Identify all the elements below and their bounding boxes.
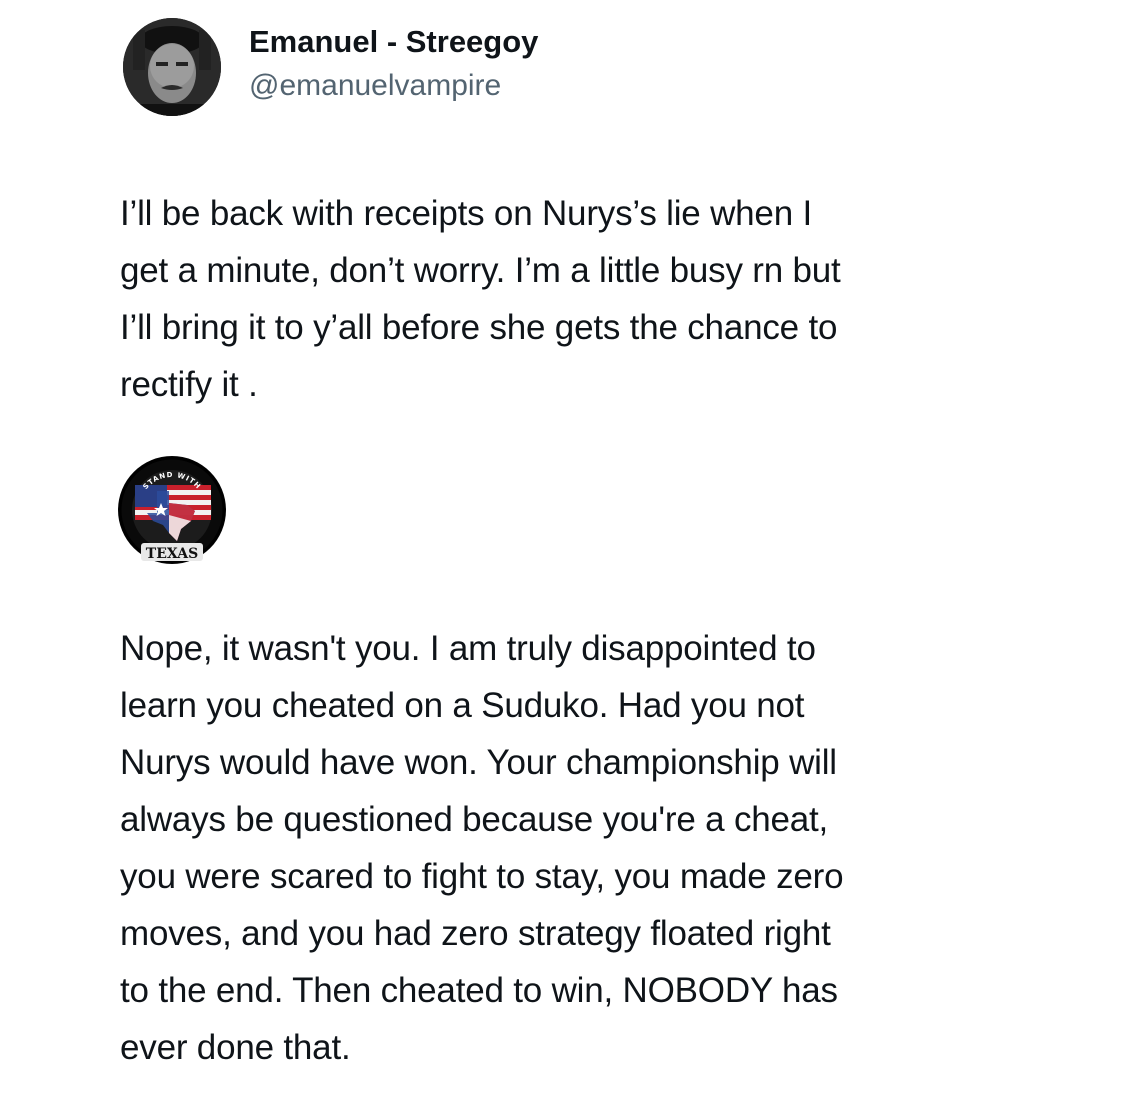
profile-photo-icon (123, 18, 221, 116)
reply-text: Nope, it wasn't you. I am truly disappoi… (120, 629, 844, 1067)
badge-bottom-text: TEXAS (146, 546, 198, 562)
stand-with-texas-badge-icon: STAND WITH TEXAS (117, 455, 227, 565)
avatar[interactable] (123, 18, 221, 116)
post-text: I’ll be back with receipts on Nurys’s li… (120, 194, 841, 404)
author-info: Emanuel - Streegoy @emanuelvampire (249, 22, 538, 106)
display-name[interactable]: Emanuel - Streegoy (249, 22, 538, 62)
post-header: Emanuel - Streegoy @emanuelvampire (123, 18, 538, 116)
user-handle[interactable]: @emanuelvampire (249, 66, 538, 106)
